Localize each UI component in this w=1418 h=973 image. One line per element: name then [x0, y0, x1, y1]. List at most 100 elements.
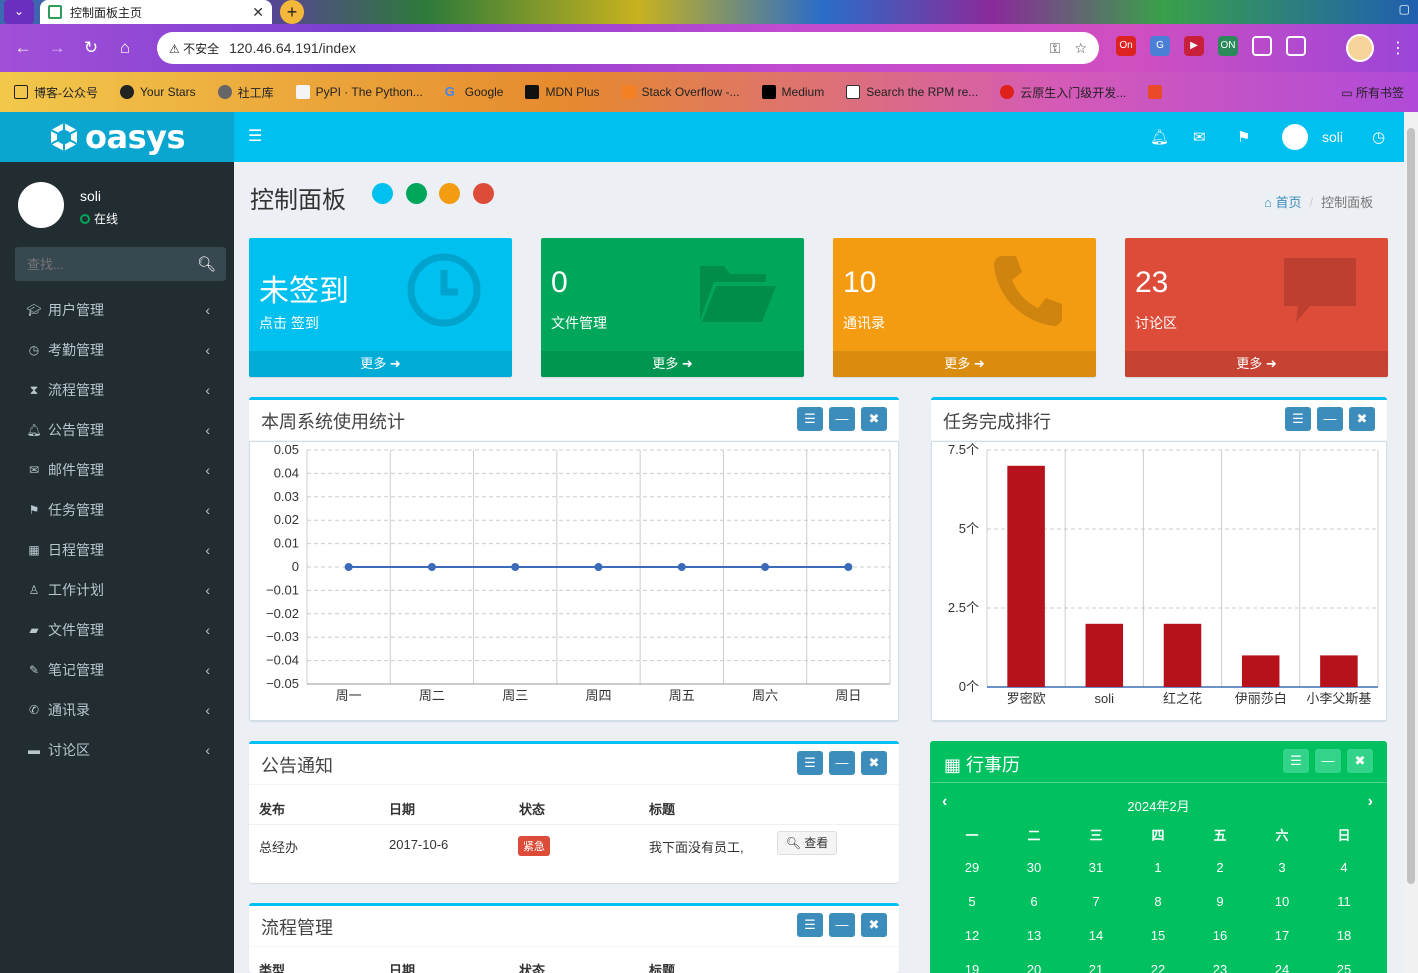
- extension-on-icon[interactable]: On: [1116, 36, 1136, 56]
- close-button[interactable]: ✖: [861, 751, 887, 775]
- calendar-day[interactable]: 7: [1076, 894, 1116, 909]
- calendar-day[interactable]: 12: [952, 928, 992, 943]
- tab-search-button[interactable]: ⌄: [4, 0, 34, 24]
- more-link[interactable]: 更多 ➜: [1125, 351, 1388, 377]
- bookmark-item[interactable]: G Google: [445, 85, 504, 100]
- calendar-day[interactable]: 5: [952, 894, 992, 909]
- app-logo[interactable]: oasys: [0, 112, 234, 162]
- sidebar-search-input[interactable]: [15, 247, 190, 281]
- translate-icon[interactable]: G: [1150, 36, 1170, 56]
- bookmark-star-icon[interactable]: ☆: [1074, 40, 1087, 57]
- reload-icon[interactable]: ↻: [74, 38, 108, 58]
- sidebar-item-discussion[interactable]: ▬ 讨论区 ‹: [0, 730, 234, 770]
- new-tab-button[interactable]: +: [280, 0, 304, 24]
- header-username[interactable]: soli: [1322, 129, 1343, 145]
- menu-button[interactable]: ☰: [1285, 407, 1311, 431]
- menu-button[interactable]: ☰: [797, 913, 823, 937]
- browser-tab-active[interactable]: 控制面板主页 ✕: [40, 0, 272, 24]
- stat-label[interactable]: 点击 签到: [259, 313, 319, 333]
- bookmark-item[interactable]: PyPI · The Python...: [295, 85, 423, 99]
- calendar-day[interactable]: 9: [1200, 894, 1240, 909]
- window-controls[interactable]: ▢: [1399, 2, 1410, 16]
- sidebar-item-files[interactable]: ▰ 文件管理 ‹: [0, 610, 234, 650]
- sidebar-item-user-management[interactable]: 🎓︎ 用户管理 ‹: [0, 290, 234, 330]
- calendar-day[interactable]: 11: [1324, 894, 1364, 909]
- collapse-button[interactable]: —: [1315, 749, 1341, 773]
- browser-menu-icon[interactable]: ⋮: [1390, 38, 1406, 58]
- close-button[interactable]: ✖: [861, 913, 887, 937]
- sidebar-item-schedule[interactable]: ▦ 日程管理 ‹: [0, 530, 234, 570]
- url-text[interactable]: 120.46.64.191/index: [229, 40, 1036, 56]
- more-link[interactable]: 更多 ➜: [249, 351, 512, 377]
- sidebar-item-mail[interactable]: ✉ 邮件管理 ‹: [0, 450, 234, 490]
- calendar-day[interactable]: 4: [1324, 860, 1364, 875]
- theme-swatch-blue[interactable]: [372, 183, 393, 204]
- calendar-day[interactable]: 20: [1014, 962, 1054, 973]
- bookmark-item[interactable]: 云原生入门级开发...: [1000, 84, 1126, 101]
- calendar-day[interactable]: 8: [1138, 894, 1178, 909]
- sidebar-item-work-plan[interactable]: ♙ 工作计划 ‹: [0, 570, 234, 610]
- calendar-day[interactable]: 30: [1014, 860, 1054, 875]
- sidebar-toggle-icon[interactable]: ☰: [248, 126, 262, 146]
- more-link[interactable]: 更多 ➜: [541, 351, 804, 377]
- calendar-day[interactable]: 31: [1076, 860, 1116, 875]
- calendar-day[interactable]: 17: [1262, 928, 1302, 943]
- clock-icon[interactable]: ◷: [1372, 128, 1385, 146]
- all-bookmarks-button[interactable]: ▭ 所有书签: [1341, 84, 1404, 101]
- home-icon[interactable]: ⌂: [108, 38, 142, 58]
- bookmark-item[interactable]: 博客-公众号: [14, 84, 98, 101]
- bookmark-item[interactable]: 社工库: [217, 84, 274, 101]
- menu-button[interactable]: ☰: [797, 407, 823, 431]
- close-button[interactable]: ✖: [861, 407, 887, 431]
- back-icon[interactable]: ←: [6, 38, 40, 58]
- flag-icon[interactable]: ⚑: [1237, 128, 1250, 146]
- puzzle-icon[interactable]: [1252, 36, 1272, 56]
- page-scrollbar[interactable]: [1404, 112, 1418, 973]
- collapse-button[interactable]: —: [829, 913, 855, 937]
- sidebar-item-notes[interactable]: ✎ 笔记管理 ‹: [0, 650, 234, 690]
- menu-button[interactable]: ☰: [1283, 749, 1309, 773]
- bookmark-item[interactable]: Stack Overflow -...: [621, 85, 740, 99]
- envelope-icon[interactable]: ✉: [1193, 128, 1206, 146]
- breadcrumb-home[interactable]: ⌂ 首页: [1264, 195, 1301, 210]
- video-extension-icon[interactable]: ▶: [1184, 36, 1204, 56]
- scrollbar-thumb[interactable]: [1407, 128, 1415, 884]
- calendar-day[interactable]: 13: [1014, 928, 1054, 943]
- calendar-day[interactable]: 22: [1138, 962, 1178, 973]
- calendar-day[interactable]: 24: [1262, 962, 1302, 973]
- insecure-warning[interactable]: ⚠ 不安全: [169, 40, 219, 57]
- collapse-button[interactable]: —: [829, 751, 855, 775]
- view-button[interactable]: 🔍︎ 查看: [777, 831, 837, 855]
- calendar-day[interactable]: 19: [952, 962, 992, 973]
- bookmark-item[interactable]: Your Stars: [120, 85, 196, 99]
- theme-swatch-red[interactable]: [473, 183, 494, 204]
- calendar-day[interactable]: 21: [1076, 962, 1116, 973]
- menu-button[interactable]: ☰: [797, 751, 823, 775]
- profile-avatar[interactable]: [1346, 34, 1374, 62]
- forward-icon[interactable]: →: [40, 38, 74, 58]
- bookmark-item[interactable]: [1148, 85, 1168, 99]
- sidebar-item-process[interactable]: ⧗ 流程管理 ‹: [0, 370, 234, 410]
- extension-toggle-icon[interactable]: ON: [1218, 36, 1238, 56]
- calendar-day[interactable]: 1: [1138, 860, 1178, 875]
- calendar-day[interactable]: 10: [1262, 894, 1302, 909]
- theme-swatch-orange[interactable]: [439, 183, 460, 204]
- collapse-button[interactable]: —: [1317, 407, 1343, 431]
- address-bar[interactable]: ⚠ 不安全 120.46.64.191/index ⚿ ☆: [157, 32, 1099, 64]
- calendar-day[interactable]: 16: [1200, 928, 1240, 943]
- sidebar-item-task[interactable]: ⚑ 任务管理 ‹: [0, 490, 234, 530]
- bookmark-item[interactable]: MDN Plus: [525, 85, 600, 99]
- calendar-day[interactable]: 6: [1014, 894, 1054, 909]
- key-icon[interactable]: ⚿: [1050, 40, 1061, 57]
- calendar-day[interactable]: 18: [1324, 928, 1364, 943]
- calendar-day[interactable]: 25: [1324, 962, 1364, 973]
- calendar-day[interactable]: 14: [1076, 928, 1116, 943]
- tab-close-icon[interactable]: ✕: [252, 4, 264, 21]
- search-icon[interactable]: 🔍︎: [197, 255, 216, 273]
- next-month-icon[interactable]: ›: [1368, 793, 1373, 811]
- theme-swatch-green[interactable]: [406, 183, 427, 204]
- close-button[interactable]: ✖: [1349, 407, 1375, 431]
- close-button[interactable]: ✖: [1347, 749, 1373, 773]
- sidebar-item-attendance[interactable]: ◷ 考勤管理 ‹: [0, 330, 234, 370]
- bookmark-item[interactable]: Medium: [761, 85, 824, 99]
